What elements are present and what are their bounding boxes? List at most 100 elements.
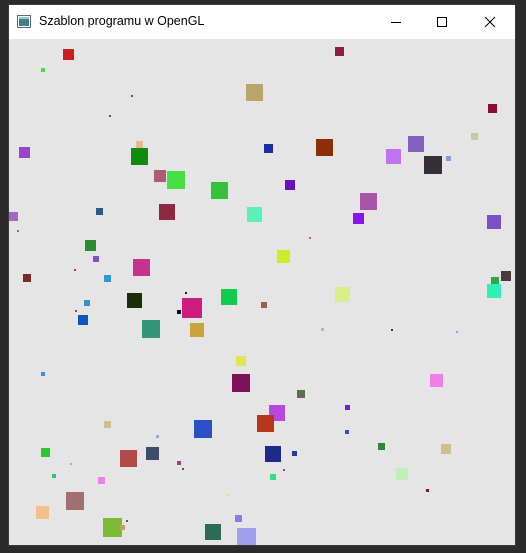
square-52 [190, 323, 204, 337]
square-71 [146, 447, 159, 460]
square-43 [127, 293, 142, 308]
square-44 [182, 298, 202, 318]
square-5 [131, 95, 133, 97]
square-87 [235, 515, 242, 522]
square-40 [487, 284, 501, 298]
square-7 [109, 115, 111, 117]
square-18 [154, 170, 166, 182]
square-54 [391, 329, 393, 331]
square-17 [446, 156, 451, 161]
opengl-window-app-icon [17, 15, 31, 28]
square-64 [104, 421, 111, 428]
minimize-button[interactable] [373, 5, 419, 39]
close-icon [484, 16, 496, 28]
square-74 [441, 444, 451, 454]
square-37 [104, 275, 111, 282]
square-4 [246, 84, 263, 101]
square-3 [41, 68, 45, 72]
square-72 [265, 446, 281, 462]
square-89 [103, 518, 122, 537]
square-31 [309, 237, 311, 239]
square-33 [277, 250, 290, 263]
square-24 [159, 204, 175, 220]
square-83 [426, 489, 429, 492]
maximize-icon [437, 17, 447, 27]
app-window: Szablon programu w OpenGL [9, 5, 515, 545]
square-57 [41, 372, 45, 376]
square-42 [185, 292, 187, 294]
square-90 [120, 525, 125, 530]
square-77 [70, 463, 72, 465]
square-25 [247, 207, 262, 222]
square-34 [133, 259, 150, 276]
square-29 [17, 230, 19, 232]
title-bar[interactable]: Szablon programu w OpenGL [9, 5, 515, 39]
square-59 [430, 374, 443, 387]
square-20 [285, 180, 295, 190]
close-button[interactable] [465, 5, 515, 39]
square-39 [501, 271, 511, 281]
square-56 [236, 356, 246, 366]
square-12 [316, 139, 333, 156]
maximize-button[interactable] [419, 5, 465, 39]
square-6 [488, 104, 497, 113]
minimize-icon [391, 22, 401, 23]
square-30 [85, 240, 96, 251]
square-35 [23, 274, 31, 282]
square-14 [19, 147, 30, 158]
square-41 [335, 287, 350, 302]
window-title: Szablon programu w OpenGL [39, 14, 205, 28]
square-9 [136, 141, 143, 148]
square-68 [378, 443, 385, 450]
square-80 [396, 468, 408, 480]
square-85 [227, 494, 229, 496]
square-58 [232, 374, 250, 392]
square-47 [84, 300, 90, 306]
square-8 [471, 133, 478, 140]
square-78 [283, 469, 285, 471]
square-81 [52, 474, 56, 478]
square-66 [345, 430, 349, 434]
square-73 [292, 451, 297, 456]
square-70 [120, 450, 137, 467]
square-45 [221, 289, 237, 305]
square-46 [261, 302, 267, 308]
square-21 [211, 182, 228, 199]
square-53 [321, 328, 324, 331]
square-76 [182, 468, 184, 470]
square-32 [93, 256, 99, 262]
square-55 [456, 331, 458, 333]
square-51 [142, 320, 160, 338]
square-27 [9, 212, 18, 221]
square-63 [257, 415, 274, 432]
opengl-canvas[interactable] [9, 39, 515, 545]
square-67 [156, 435, 159, 438]
square-26 [353, 213, 364, 224]
square-2 [335, 47, 344, 56]
square-88 [126, 520, 128, 522]
square-1 [63, 49, 74, 60]
square-48 [75, 310, 77, 312]
square-11 [264, 144, 273, 153]
square-69 [41, 448, 50, 457]
square-61 [345, 405, 350, 410]
square-22 [360, 193, 377, 210]
square-86 [36, 506, 49, 519]
square-10 [131, 148, 148, 165]
square-92 [237, 528, 256, 545]
square-60 [297, 390, 305, 398]
square-28 [487, 215, 501, 229]
square-75 [177, 461, 181, 465]
square-84 [66, 492, 84, 510]
square-15 [386, 149, 401, 164]
square-79 [270, 474, 276, 480]
square-19 [167, 171, 185, 189]
square-91 [205, 524, 221, 540]
square-82 [98, 477, 105, 484]
square-16 [424, 156, 442, 174]
square-36 [74, 269, 76, 271]
square-13 [408, 136, 424, 152]
random-squares-scene [9, 47, 511, 545]
square-23 [96, 208, 103, 215]
square-65 [194, 420, 212, 438]
